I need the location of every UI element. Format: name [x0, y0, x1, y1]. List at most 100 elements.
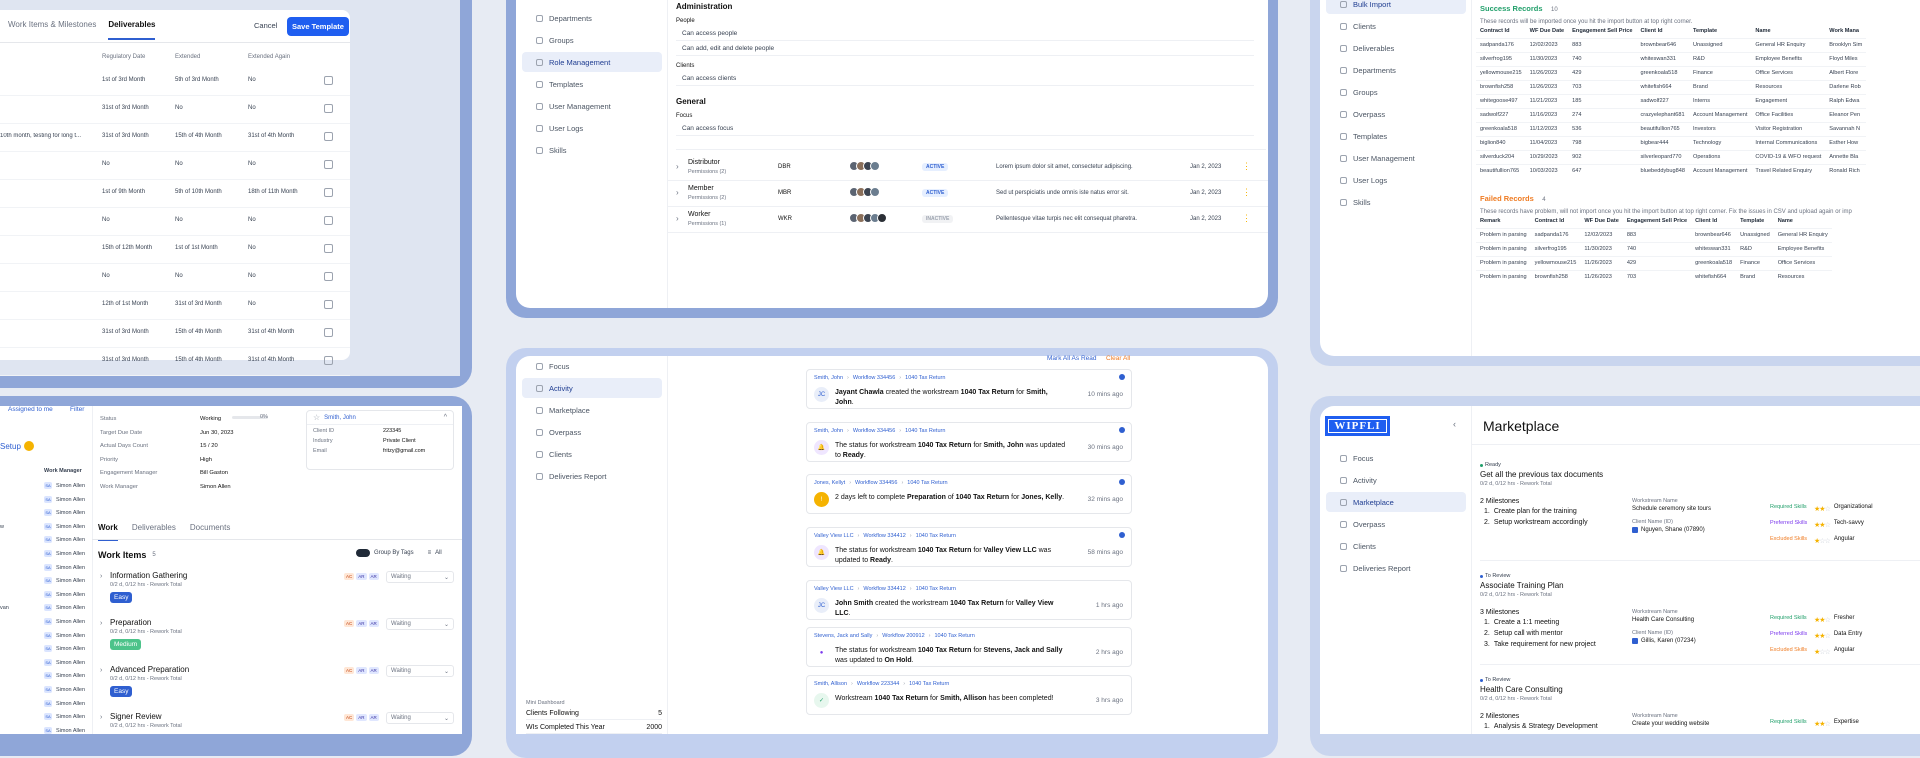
notification-card[interactable]: Smith, John › Workflow 334456 › 1040 Tax Ret… — [806, 369, 1132, 409]
sidebar-item-overpass[interactable]: Overpass — [1326, 514, 1466, 534]
star-icon[interactable]: ☆ — [313, 413, 320, 422]
list-item[interactable]: SA Simon Allen — [0, 548, 92, 562]
breadcrumb-item[interactable]: Valley View LLC — [814, 586, 854, 592]
sidebar-item-activity[interactable]: Activity — [522, 378, 662, 398]
breadcrumb-item[interactable]: 1040 Tax Return — [916, 533, 956, 539]
row-checkbox[interactable] — [324, 244, 333, 253]
card-title[interactable]: Get all the previous tax documents — [1480, 470, 1603, 479]
detail-value[interactable]: Bill Gaston — [200, 470, 228, 476]
row-checkbox[interactable] — [324, 160, 333, 169]
list-item[interactable]: SA Simon Allen — [0, 589, 92, 603]
tab-work-items-milestones[interactable]: Work Items & Milestones — [8, 20, 96, 40]
filter-button[interactable]: Filter — [70, 406, 84, 413]
sidebar-item-templates[interactable]: Templates — [1326, 126, 1466, 146]
list-item[interactable]: SA Simon Allen — [0, 643, 92, 657]
breadcrumb-item[interactable]: 1040 Tax Return — [935, 633, 975, 639]
chevron-right-icon[interactable]: › — [100, 667, 102, 674]
group-by-toggle[interactable] — [356, 549, 370, 557]
chevron-right-icon[interactable]: › — [100, 620, 102, 627]
row-checkbox[interactable] — [324, 300, 333, 309]
sidebar-item-bulk-import[interactable]: Bulk Import — [1326, 0, 1466, 14]
sidebar-item-skills[interactable]: Skills — [1326, 192, 1466, 212]
sidebar-item-groups[interactable]: Groups — [1326, 82, 1466, 102]
sidebar-item-user-logs[interactable]: User Logs — [1326, 170, 1466, 190]
row-checkbox[interactable] — [324, 104, 333, 113]
breadcrumb-item[interactable]: Workflow 223344 — [857, 681, 899, 687]
sidebar-item-user-management[interactable]: User Management — [522, 96, 662, 116]
status-select[interactable]: Waiting ⌄ — [386, 571, 454, 583]
list-item[interactable]: van SA Simon Allen — [0, 602, 92, 616]
sidebar-item-clients[interactable]: Clients — [1326, 536, 1466, 556]
sidebar-item-clients[interactable]: Clients — [522, 444, 662, 464]
detail-value[interactable]: 15 / 20 — [200, 443, 218, 449]
row-checkbox[interactable] — [324, 132, 333, 141]
cancel-button[interactable]: Cancel — [254, 21, 277, 30]
list-item[interactable]: SA Simon Allen — [0, 616, 92, 630]
breadcrumb-item[interactable]: 1040 Tax Return — [916, 586, 956, 592]
breadcrumb-item[interactable]: 1040 Tax Return — [907, 480, 947, 486]
table-row[interactable]: › Distributor Permissions (2) DBR ACTIVE Lore… — [668, 155, 1268, 181]
list-item[interactable]: SA Simon Allen — [0, 725, 92, 734]
sidebar-item-overpass[interactable]: Overpass — [522, 422, 662, 442]
breadcrumb-item[interactable]: Workflow 200912 — [882, 633, 924, 639]
breadcrumb-item[interactable]: Jones, Kellyt — [814, 480, 845, 486]
sidebar-item-overpass[interactable]: Overpass — [1326, 104, 1466, 124]
clear-all-button[interactable]: Clear All — [1106, 355, 1130, 362]
sidebar-item-deliveries-report[interactable]: Deliveries Report — [1326, 558, 1466, 578]
breadcrumb-item[interactable]: Workflow 334456 — [853, 375, 895, 381]
work-item[interactable]: › Information Gathering 0/2 d, 0/12 hrs - … — [98, 568, 454, 615]
list-item[interactable]: w SA Simon Allen — [0, 521, 92, 535]
card-title[interactable]: Associate Training Plan — [1480, 581, 1564, 590]
sidebar-item-role-management[interactable]: Role Management — [522, 52, 662, 72]
row-checkbox[interactable] — [324, 356, 333, 365]
marketplace-card[interactable]: Ready Get all the previous tax documents 0… — [1480, 450, 1920, 561]
sidebar-item-user-logs[interactable]: User Logs — [522, 118, 662, 138]
row-checkbox[interactable] — [324, 272, 333, 281]
breadcrumb-item[interactable]: Stevens, Jack and Sally — [814, 633, 872, 639]
breadcrumb-item[interactable]: Smith, John — [814, 375, 843, 381]
breadcrumb-item[interactable]: Smith, Allison — [814, 681, 847, 687]
work-item-name[interactable]: Advanced Preparation — [110, 665, 189, 674]
notification-card[interactable]: Smith, Allison › Workflow 223344 › 1040 Tax … — [806, 675, 1132, 715]
list-item[interactable]: SA Simon Allen — [0, 630, 92, 644]
sidebar-item-deliveries-report[interactable]: Deliveries Report — [522, 466, 662, 486]
list-item[interactable]: SA Simon Allen — [0, 670, 92, 684]
sidebar-item-skills[interactable]: Skills — [522, 140, 662, 160]
work-item-name[interactable]: Information Gathering — [110, 571, 187, 580]
chevron-right-icon[interactable]: › — [100, 714, 102, 721]
detail-value[interactable]: Jun 30, 2023 — [200, 430, 234, 436]
filter-assigned-to-me[interactable]: Assigned to me — [8, 406, 53, 413]
detail-value[interactable]: Simon Allen — [200, 484, 231, 490]
collapse-sidebar-icon[interactable]: ‹ — [1453, 419, 1456, 429]
chevron-right-icon[interactable]: › — [676, 188, 679, 197]
detail-value[interactable]: High — [200, 457, 212, 463]
all-filter[interactable]: All — [435, 550, 442, 556]
client-name[interactable]: Smith, John — [324, 415, 356, 421]
chevron-up-icon[interactable]: ^ — [444, 414, 447, 421]
more-options-icon[interactable]: ⋮ — [1242, 161, 1251, 172]
work-item-name[interactable]: Preparation — [110, 618, 151, 627]
breadcrumb-item[interactable]: Workflow 334456 — [855, 480, 897, 486]
filter-icon[interactable]: ≡ — [428, 550, 432, 556]
status-select[interactable]: Waiting ⌄ — [386, 618, 454, 630]
breadcrumb-item[interactable]: Valley View LLC — [814, 533, 854, 539]
status-select[interactable]: Waiting ⌄ — [386, 712, 454, 724]
notification-card[interactable]: Stevens, Jack and Sally › Workflow 200912 ›… — [806, 627, 1132, 667]
row-checkbox[interactable] — [324, 188, 333, 197]
list-item[interactable]: SA Simon Allen — [0, 684, 92, 698]
list-item[interactable]: SA Simon Allen — [0, 575, 92, 589]
list-item[interactable]: SA Simon Allen — [0, 494, 92, 508]
sidebar-item-templates[interactable]: Templates — [522, 74, 662, 94]
sidebar-item-deliverables[interactable]: Deliverables — [1326, 38, 1466, 58]
sidebar-item-focus[interactable]: Focus — [1326, 448, 1466, 468]
marketplace-card[interactable]: To Review Health Care Consulting 0/2 d, 0/… — [1480, 665, 1920, 734]
breadcrumb-item[interactable]: 1040 Tax Return — [905, 428, 945, 434]
sidebar-item-marketplace[interactable]: Marketplace — [1326, 492, 1466, 512]
sidebar-item-departments[interactable]: Departments — [1326, 60, 1466, 80]
table-row[interactable]: › Member Permissions (2) MBR ACTIVE Sed ut pe… — [668, 181, 1268, 207]
row-checkbox[interactable] — [324, 216, 333, 225]
chevron-right-icon[interactable]: › — [676, 214, 679, 223]
work-item[interactable]: › Signer Review 0/2 d, 0/12 hrs - Rework T… — [98, 709, 454, 734]
row-checkbox[interactable] — [324, 328, 333, 337]
card-title[interactable]: Health Care Consulting — [1480, 685, 1563, 694]
